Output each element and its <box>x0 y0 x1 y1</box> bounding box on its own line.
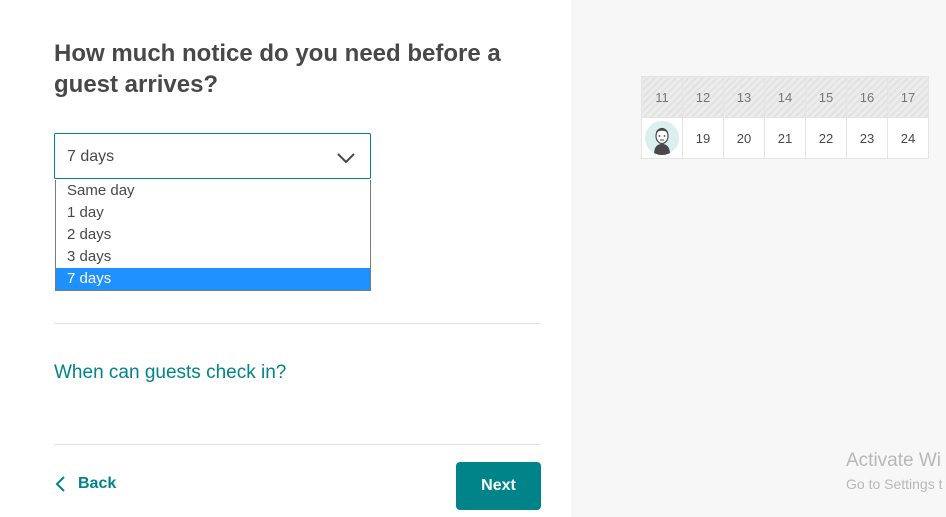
calendar-day: 11 <box>641 76 683 118</box>
calendar-day: 19 <box>682 117 724 159</box>
back-button[interactable]: Back <box>54 474 116 494</box>
notice-option-2-days[interactable]: 2 days <box>56 224 370 246</box>
notice-option-7-days[interactable]: 7 days <box>56 268 370 290</box>
calendar-day: 17 <box>887 76 929 118</box>
divider <box>54 444 541 445</box>
calendar-week-row: 11 12 13 14 15 16 17 <box>641 76 929 118</box>
notice-option-3-days[interactable]: 3 days <box>56 246 370 268</box>
chevron-down-icon <box>337 153 355 164</box>
activation-watermark: Activate Wi Go to Settings t <box>846 450 943 492</box>
divider <box>54 323 541 324</box>
calendar-preview: 11 12 13 14 15 16 17 19 20 21 22 23 24 <box>641 76 929 159</box>
calendar-day: 15 <box>805 76 847 118</box>
notice-dropdown-list: Same day 1 day 2 days 3 days 7 days <box>55 180 371 291</box>
calendar-preview-panel: 11 12 13 14 15 16 17 19 20 21 22 23 24 A… <box>571 0 946 517</box>
calendar-day: 23 <box>846 117 888 159</box>
checkin-time-link[interactable]: When can guests check in? <box>54 362 286 384</box>
calendar-day: 13 <box>723 76 765 118</box>
calendar-day: 21 <box>764 117 806 159</box>
calendar-day: 24 <box>887 117 929 159</box>
calendar-week-row: 19 20 21 22 23 24 <box>641 117 929 159</box>
notice-select-value: 7 days <box>67 148 115 165</box>
next-button[interactable]: Next <box>456 462 541 510</box>
calendar-day: 16 <box>846 76 888 118</box>
calendar-day-guest <box>641 117 683 159</box>
calendar-day: 12 <box>682 76 724 118</box>
left-panel: How much notice do you need before a gue… <box>0 0 571 517</box>
watermark-title: Activate Wi <box>846 450 942 471</box>
guest-avatar-icon <box>645 121 679 155</box>
calendar-day: 14 <box>764 76 806 118</box>
notice-option-1-day[interactable]: 1 day <box>56 202 370 224</box>
notice-select[interactable]: 7 days <box>54 133 371 179</box>
watermark-subtitle: Go to Settings t <box>846 476 943 492</box>
notice-option-same-day[interactable]: Same day <box>56 180 370 202</box>
page-title: How much notice do you need before a gue… <box>54 40 501 98</box>
calendar-day: 20 <box>723 117 765 159</box>
back-button-label: Back <box>78 475 117 492</box>
chevron-left-icon <box>55 476 65 492</box>
calendar-day: 22 <box>805 117 847 159</box>
